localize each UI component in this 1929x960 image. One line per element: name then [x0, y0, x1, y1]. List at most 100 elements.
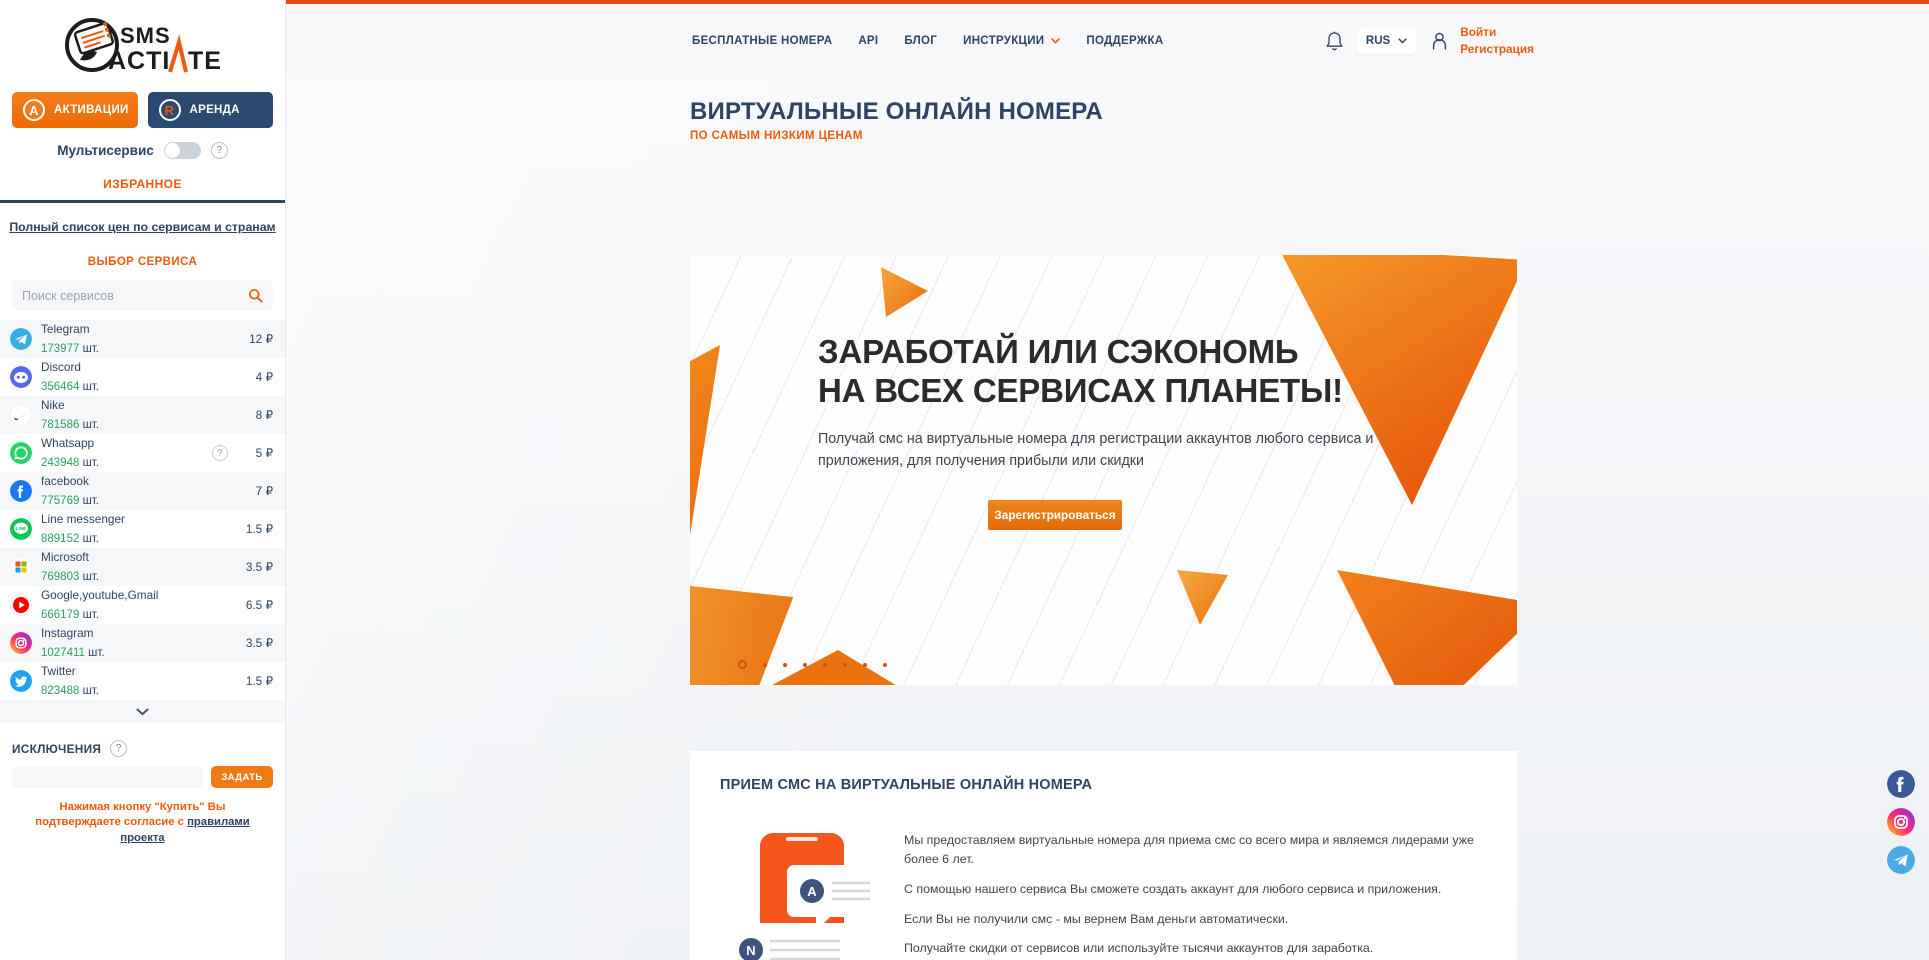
user-account-icon[interactable] [1432, 32, 1447, 50]
nav-item[interactable]: API [858, 35, 878, 47]
exclusions-set-button[interactable]: ЗАДАТЬ [211, 766, 273, 788]
carousel-dot[interactable] [823, 662, 827, 667]
service-row-facebook[interactable]: facebook 775769 шт. 7 ₽ [0, 472, 285, 510]
social-rail [1887, 770, 1915, 874]
favorites-title: ИЗБРАННОЕ [103, 177, 182, 191]
service-price: 1.5 ₽ [245, 674, 273, 688]
service-text: Microsoft 769803 шт. [41, 548, 240, 586]
service-name: Twitter [41, 664, 76, 679]
carousel-dot[interactable] [803, 662, 807, 667]
service-price: 1.5 ₽ [245, 522, 273, 536]
info-text: Мы предоставляем виртуальные номера для … [904, 823, 1487, 960]
page-title: ВИРТУАЛЬНЫЕ ОНЛАЙН НОМЕРА [690, 98, 1103, 125]
service-unit: шт. [82, 457, 99, 469]
carousel-dot[interactable] [738, 660, 747, 669]
service-row-discord[interactable]: Discord 356464 шт. 4 ₽ [0, 358, 285, 396]
multiservice-toggle[interactable] [163, 142, 201, 159]
exclusions-input[interactable] [12, 766, 203, 788]
carousel-dot[interactable] [763, 662, 767, 667]
service-name: Discord [41, 360, 81, 375]
carousel-dot[interactable] [883, 662, 887, 667]
facebook-icon [10, 480, 32, 502]
instagram-icon [10, 632, 32, 654]
carousel-dot[interactable] [863, 662, 867, 667]
notification-bell-icon[interactable] [1325, 31, 1344, 52]
service-unit: шт. [82, 533, 99, 545]
info-card-body: A N Мы предоставляем виртуальные номера … [720, 823, 1487, 960]
info-paragraph-list: Мы предоставляем виртуальные номера для … [904, 831, 1487, 958]
service-text: Nike 781586 шт. [41, 396, 250, 434]
service-help-icon[interactable]: ? [211, 445, 228, 461]
rent-button[interactable]: R АРЕНДА [147, 92, 273, 128]
site-header: БЕСПЛАТНЫЕ НОМЕРА API БЛОГ ИНСТРУКЦИИ ПОДДЕР… [286, 4, 1929, 78]
carousel-dot[interactable] [783, 662, 787, 667]
service-text: facebook 775769 шт. [41, 472, 250, 510]
telegram-icon [10, 328, 32, 350]
search-icon[interactable] [248, 288, 263, 303]
exclusions-header: ИСКЛЮЧЕНИЯ ? [0, 723, 285, 757]
service-unit: шт. [82, 343, 99, 355]
service-search-input[interactable] [22, 288, 248, 303]
whatsapp-icon [10, 442, 32, 464]
microsoft-icon [10, 556, 32, 578]
info-paragraph: Получайте скидки от сервисов или использ… [904, 941, 1374, 956]
banner-content: ЗАРАБОТАЙ ИЛИ СЭКОНОМЬ НА ВСЕХ СЕРВИСАХ … [818, 333, 1378, 530]
nav-item[interactable]: ПОДДЕРЖКА [1086, 35, 1163, 47]
auth-links: Войти Регистрация [1460, 24, 1534, 58]
service-count: 775769 шт. [41, 495, 99, 507]
service-row-instagram[interactable]: Instagram 1027411 шт. 3.5 ₽ [0, 624, 285, 662]
info-card-title: ПРИЕМ СМС НА ВИРТУАЛЬНЫЕ ОНЛАЙН НОМЕРА [720, 777, 1093, 793]
service-row-microsoft[interactable]: Microsoft 769803 шт. 3.5 ₽ [0, 548, 285, 586]
nav-item[interactable]: БЕСПЛАТНЫЕ НОМЕРА [692, 35, 832, 47]
choose-service-title: ВЫБОР СЕРВИСА [87, 256, 198, 268]
service-list: Telegram 173977 шт. 12 ₽ Discord 356464 шт. 4… [0, 320, 285, 700]
expand-services-button[interactable] [0, 700, 285, 723]
service-name: Whatsapp [41, 436, 95, 451]
service-row-line[interactable]: LINE Line messenger 889152 шт. 1.5 ₽ [0, 510, 285, 548]
telegram-icon[interactable] [1887, 846, 1915, 874]
service-unit: шт. [82, 495, 99, 507]
service-text: Line messenger 889152 шт. [41, 510, 240, 548]
svg-text:N: N [746, 943, 755, 958]
banner-register-button[interactable]: Зарегистрироваться [988, 499, 1122, 530]
main-content: БЕСПЛАТНЫЕ НОМЕРА API БЛОГ ИНСТРУКЦИИ ПОДДЕР… [286, 0, 1929, 960]
full-price-list-link[interactable]: Полный список цен по сервисам и странам [0, 220, 285, 234]
promo-banner[interactable]: ЗАРАБОТАЙ ИЛИ СЭКОНОМЬ НА ВСЕХ СЕРВИСАХ … [690, 255, 1517, 685]
service-row-twitter[interactable]: Twitter 823488 шт. 1.5 ₽ [0, 662, 285, 700]
activations-button[interactable]: A АКТИВАЦИИ [12, 92, 138, 128]
multiservice-help-icon[interactable]: ? [210, 142, 228, 159]
register-link[interactable]: Регистрация [1460, 41, 1534, 58]
service-row-whatsapp[interactable]: Whatsapp 243948 шт.? 5 ₽ [0, 434, 285, 472]
twitter-icon [10, 670, 32, 692]
page-body: ВИРТУАЛЬНЫЕ ОНЛАЙН НОМЕРА ПО САМЫМ НИЗКИ… [286, 78, 1929, 960]
facebook-icon[interactable] [1887, 770, 1915, 798]
service-price: 12 ₽ [249, 332, 273, 346]
instagram-icon[interactable] [1887, 808, 1915, 836]
toggle-knob [164, 143, 180, 158]
svg-text:LINE: LINE [16, 526, 26, 531]
rent-badge-icon: R [158, 99, 181, 121]
sidebar: SMS ACTI TE A АКТИВАЦИИ R АРЕНДА Мультис… [0, 0, 286, 960]
banner-paragraph: Получай смс на виртуальные номера для ре… [818, 431, 1374, 469]
service-row-youtube[interactable]: Google,youtube,Gmail 666179 шт. 6.5 ₽ [0, 586, 285, 624]
info-paragraph: Мы предоставляем виртуальные номера для … [904, 833, 1474, 866]
logo[interactable]: SMS ACTI TE [0, 0, 285, 88]
banner-heading: ЗАРАБОТАЙ ИЛИ СЭКОНОМЬ НА ВСЕХ СЕРВИСАХ … [818, 333, 1378, 410]
service-name: Nike [41, 398, 65, 413]
login-link[interactable]: Войти [1460, 24, 1534, 41]
service-name: Telegram [41, 322, 90, 337]
nav-item[interactable]: ИНСТРУКЦИИ [963, 35, 1061, 47]
language-value: RUS [1365, 35, 1391, 47]
carousel-dot[interactable] [843, 662, 847, 667]
service-count: 173977 шт. [41, 343, 99, 355]
service-search-box[interactable] [12, 280, 273, 311]
service-unit: шт. [82, 609, 99, 621]
service-row-nike[interactable]: Nike 781586 шт. 8 ₽ [0, 396, 285, 434]
nav-item-label: БЛОГ [904, 35, 938, 47]
language-selector[interactable]: RUS [1356, 28, 1417, 54]
carousel-dots [738, 660, 887, 669]
service-price: 8 ₽ [255, 408, 273, 422]
exclusions-help-icon[interactable]: ? [110, 740, 128, 757]
nav-item[interactable]: БЛОГ [904, 35, 937, 47]
service-row-telegram[interactable]: Telegram 173977 шт. 12 ₽ [0, 320, 285, 358]
